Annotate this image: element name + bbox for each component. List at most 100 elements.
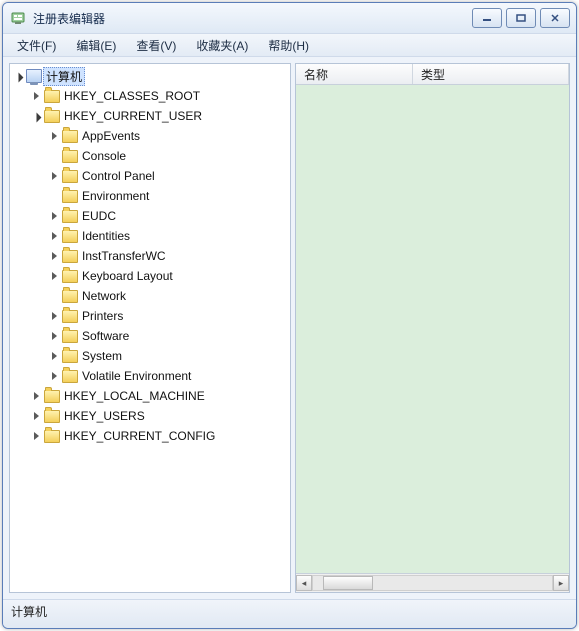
folder-icon bbox=[62, 228, 78, 244]
tree-item[interactable]: Network bbox=[48, 286, 290, 306]
expand-icon[interactable] bbox=[30, 390, 42, 402]
expand-icon[interactable] bbox=[48, 370, 60, 382]
scroll-track[interactable] bbox=[312, 575, 553, 591]
tree-item[interactable]: HKEY_USERS bbox=[30, 406, 290, 426]
folder-icon bbox=[62, 208, 78, 224]
folder-icon bbox=[62, 308, 78, 324]
folder-icon bbox=[62, 328, 78, 344]
folder-icon bbox=[62, 148, 78, 164]
column-name[interactable]: 名称 bbox=[296, 64, 413, 84]
tree-item[interactable]: InstTransferWC bbox=[48, 246, 290, 266]
tree-item[interactable]: System bbox=[48, 346, 290, 366]
tree-item[interactable]: Environment bbox=[48, 186, 290, 206]
tree-item-label: Volatile Environment bbox=[82, 369, 191, 383]
tree-item[interactable]: EUDC bbox=[48, 206, 290, 226]
tree-item-label: Network bbox=[82, 289, 126, 303]
scroll-right-button[interactable]: ▸ bbox=[553, 575, 569, 591]
tree-item[interactable]: Console bbox=[48, 146, 290, 166]
menu-help[interactable]: 帮助(H) bbox=[258, 35, 319, 56]
tree-item-label: HKEY_CURRENT_CONFIG bbox=[64, 429, 215, 443]
expand-icon[interactable] bbox=[30, 430, 42, 442]
collapse-icon[interactable] bbox=[30, 110, 42, 122]
tree-item-label: Software bbox=[82, 329, 129, 343]
tree-item-label: Keyboard Layout bbox=[82, 269, 173, 283]
folder-icon bbox=[62, 288, 78, 304]
list-body[interactable] bbox=[296, 85, 569, 573]
tree-item[interactable]: Control Panel bbox=[48, 166, 290, 186]
computer-icon bbox=[26, 68, 42, 84]
folder-icon bbox=[62, 168, 78, 184]
tree-item-label: Console bbox=[82, 149, 126, 163]
list-header: 名称 类型 bbox=[296, 64, 569, 85]
tree-item-label: InstTransferWC bbox=[82, 249, 166, 263]
registry-tree[interactable]: 计算机 HKEY_CLASSES_ROOT HKEY_CURRENT_USER App… bbox=[12, 66, 290, 446]
folder-icon bbox=[62, 128, 78, 144]
folder-icon bbox=[44, 388, 60, 404]
tree-item[interactable]: Keyboard Layout bbox=[48, 266, 290, 286]
tree-item[interactable]: HKEY_CLASSES_ROOT bbox=[30, 86, 290, 106]
expand-icon[interactable] bbox=[30, 410, 42, 422]
statusbar: 计算机 bbox=[3, 599, 576, 628]
list-pane: 名称 类型 ◂ ▸ bbox=[295, 63, 570, 593]
expand-icon[interactable] bbox=[48, 170, 60, 182]
tree-item[interactable]: HKEY_CURRENT_CONFIG bbox=[30, 426, 290, 446]
client-area: 计算机 HKEY_CLASSES_ROOT HKEY_CURRENT_USER App… bbox=[3, 57, 576, 599]
tree-item-label: Control Panel bbox=[82, 169, 155, 183]
tree-item[interactable]: Identities bbox=[48, 226, 290, 246]
expand-icon[interactable] bbox=[48, 210, 60, 222]
tree-item-label: HKEY_USERS bbox=[64, 409, 145, 423]
tree-item-label: Printers bbox=[82, 309, 123, 323]
tree-pane[interactable]: 计算机 HKEY_CLASSES_ROOT HKEY_CURRENT_USER App… bbox=[9, 63, 291, 593]
folder-icon bbox=[62, 368, 78, 384]
collapse-icon bbox=[12, 70, 24, 82]
expand-icon[interactable] bbox=[48, 130, 60, 142]
menu-edit[interactable]: 编辑(E) bbox=[66, 35, 126, 56]
tree-item[interactable]: Printers bbox=[48, 306, 290, 326]
horizontal-scrollbar[interactable]: ◂ ▸ bbox=[296, 573, 569, 592]
menu-view[interactable]: 查看(V) bbox=[126, 35, 186, 56]
tree-item[interactable]: 计算机 HKEY_CLASSES_ROOT HKEY_CURRENT_USER App… bbox=[12, 66, 290, 446]
folder-icon bbox=[62, 248, 78, 264]
expand-icon[interactable] bbox=[48, 250, 60, 262]
folder-icon bbox=[62, 188, 78, 204]
expand-icon[interactable] bbox=[48, 310, 60, 322]
tree-item-label: Environment bbox=[82, 189, 149, 203]
close-button[interactable] bbox=[540, 8, 570, 28]
tree-item[interactable]: HKEY_CURRENT_USER AppEvents Console Control… bbox=[30, 106, 290, 386]
folder-icon bbox=[44, 88, 60, 104]
menubar: 文件(F) 编辑(E) 查看(V) 收藏夹(A) 帮助(H) bbox=[3, 33, 576, 57]
tree-item-label: Identities bbox=[82, 229, 130, 243]
tree-item[interactable]: AppEvents bbox=[48, 126, 290, 146]
tree-item-label: HKEY_CURRENT_USER bbox=[64, 109, 202, 123]
expand-icon[interactable] bbox=[48, 330, 60, 342]
tree-item-label: EUDC bbox=[82, 209, 116, 223]
window-buttons bbox=[472, 8, 570, 28]
menu-favorites[interactable]: 收藏夹(A) bbox=[186, 35, 258, 56]
tree-item-label: HKEY_LOCAL_MACHINE bbox=[64, 389, 205, 403]
tree-item[interactable]: HKEY_LOCAL_MACHINE bbox=[30, 386, 290, 406]
maximize-button[interactable] bbox=[506, 8, 536, 28]
tree-item-label: System bbox=[82, 349, 122, 363]
expand-icon[interactable] bbox=[48, 230, 60, 242]
column-type[interactable]: 类型 bbox=[413, 64, 569, 84]
tree-item-label: AppEvents bbox=[82, 129, 140, 143]
regedit-window: 注册表编辑器 文件(F) 编辑(E) 查看(V) 收藏夹(A) 帮助(H) 计算… bbox=[2, 2, 577, 629]
folder-icon bbox=[44, 428, 60, 444]
folder-icon bbox=[62, 268, 78, 284]
folder-icon bbox=[44, 108, 60, 124]
titlebar[interactable]: 注册表编辑器 bbox=[3, 3, 576, 33]
minimize-button[interactable] bbox=[472, 8, 502, 28]
window-title: 注册表编辑器 bbox=[33, 10, 472, 27]
tree-item[interactable]: Volatile Environment bbox=[48, 366, 290, 386]
folder-icon bbox=[62, 348, 78, 364]
tree-item[interactable]: Software bbox=[48, 326, 290, 346]
app-icon bbox=[11, 10, 27, 26]
expand-icon[interactable] bbox=[30, 90, 42, 102]
scroll-left-button[interactable]: ◂ bbox=[296, 575, 312, 591]
expand-icon[interactable] bbox=[48, 270, 60, 282]
expand-icon[interactable] bbox=[48, 350, 60, 362]
tree-item-label: 计算机 bbox=[43, 67, 85, 86]
tree-item-label: HKEY_CLASSES_ROOT bbox=[64, 89, 200, 103]
menu-file[interactable]: 文件(F) bbox=[7, 35, 66, 56]
scroll-thumb[interactable] bbox=[323, 576, 373, 590]
